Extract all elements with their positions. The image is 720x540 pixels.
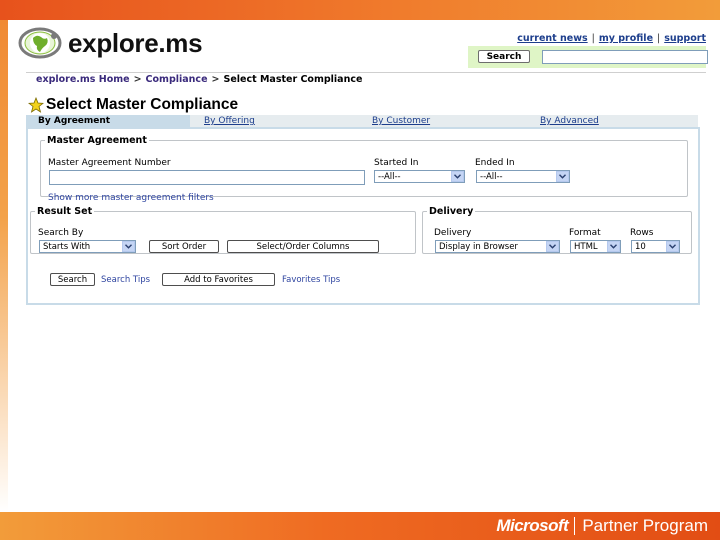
search-by-select[interactable]: Starts With [39,240,136,253]
tab-by-advanced[interactable]: By Advanced [528,115,698,127]
logo-text: explore.ms [68,27,203,58]
format-label: Format [569,228,601,238]
select-order-columns-button[interactable]: Select/Order Columns [227,240,379,253]
brand-divider [574,517,576,535]
breadcrumb-arrow-icon: > [211,74,220,85]
breadcrumb: explore.ms Home > Compliance > Select Master… [36,74,362,85]
microsoft-partner-program-logo: Microsoft Partner Program [496,514,708,538]
globe-logo-icon [18,27,62,59]
started-in-select[interactable]: --All-- [374,170,465,183]
star-icon [28,97,44,113]
chevron-down-icon [546,241,559,252]
breadcrumb-home-link[interactable]: explore.ms Home [36,74,130,85]
tab-by-customer[interactable]: By Customer [360,115,524,127]
breadcrumb-compliance-link[interactable]: Compliance [146,74,208,85]
top-search-bar: Search [468,46,708,68]
tab-by-offering[interactable]: By Offering [192,115,356,127]
search-by-label: Search By [38,228,84,238]
explore-ms-logo[interactable]: explore.ms [18,26,203,60]
microsoft-wordmark: Microsoft [496,516,569,535]
chevron-down-icon [451,171,464,182]
slide-left-band [0,20,8,512]
search-tips-link[interactable]: Search Tips [101,275,150,285]
result-set-legend: Result Set [37,206,93,217]
top-links: current news | my profile | support [517,33,706,44]
ended-in-value: --All-- [480,172,503,182]
rows-select[interactable]: 10 [631,240,680,253]
master-agreement-legend: Master Agreement [47,135,147,146]
page-title-row: Select Master Compliance [28,96,238,114]
favorites-tips-link[interactable]: Favorites Tips [282,275,340,285]
breadcrumb-current: Select Master Compliance [223,74,363,85]
search-tabs: By Agreement By Offering By Customer By … [26,115,698,127]
breadcrumb-divider [26,72,706,73]
search-button[interactable]: Search [50,273,95,286]
rows-value: 10 [635,242,646,252]
format-value: HTML [574,242,598,252]
agreement-number-label: Master Agreement Number [48,158,171,168]
top-search-button[interactable]: Search [478,50,530,63]
ended-in-select[interactable]: --All-- [476,170,570,183]
master-agreement-group: Master Agreement Master Agreement Number… [40,135,688,203]
delivery-group: Delivery Delivery Display in Browser For… [422,206,692,254]
tab-by-agreement[interactable]: By Agreement [26,115,190,127]
search-panel: Master Agreement Master Agreement Number… [26,127,700,305]
browser-content: explore.ms current news | my profile | suppo… [8,20,708,512]
link-separator: | [591,33,595,44]
my-profile-link[interactable]: my profile [599,33,653,44]
ended-in-label: Ended In [475,158,515,168]
current-news-link[interactable]: current news [517,33,587,44]
delivery-select[interactable]: Display in Browser [435,240,560,253]
sort-order-button[interactable]: Sort Order [149,240,219,253]
show-more-filters-link[interactable]: Show more master agreement filters [48,193,214,203]
chevron-down-icon [607,241,620,252]
breadcrumb-arrow-icon: > [133,74,142,85]
delivery-value: Display in Browser [439,242,518,252]
delivery-label: Delivery [434,228,472,238]
agreement-number-input[interactable] [49,170,365,185]
rows-label: Rows [630,228,654,238]
started-in-label: Started In [374,158,419,168]
delivery-legend: Delivery [429,206,474,217]
top-search-input[interactable] [542,50,708,64]
chevron-down-icon [666,241,679,252]
chevron-down-icon [122,241,135,252]
started-in-value: --All-- [378,172,401,182]
chevron-down-icon [556,171,569,182]
slide-top-band [0,0,720,20]
partner-program-text: Partner Program [582,516,708,535]
format-select[interactable]: HTML [570,240,621,253]
page-title: Select Master Compliance [46,96,239,113]
result-set-group: Result Set Search By Starts With Sort Or… [30,206,416,254]
support-link[interactable]: support [664,33,706,44]
link-separator: | [657,33,661,44]
add-to-favorites-button[interactable]: Add to Favorites [162,273,275,286]
search-by-value: Starts With [43,242,91,252]
